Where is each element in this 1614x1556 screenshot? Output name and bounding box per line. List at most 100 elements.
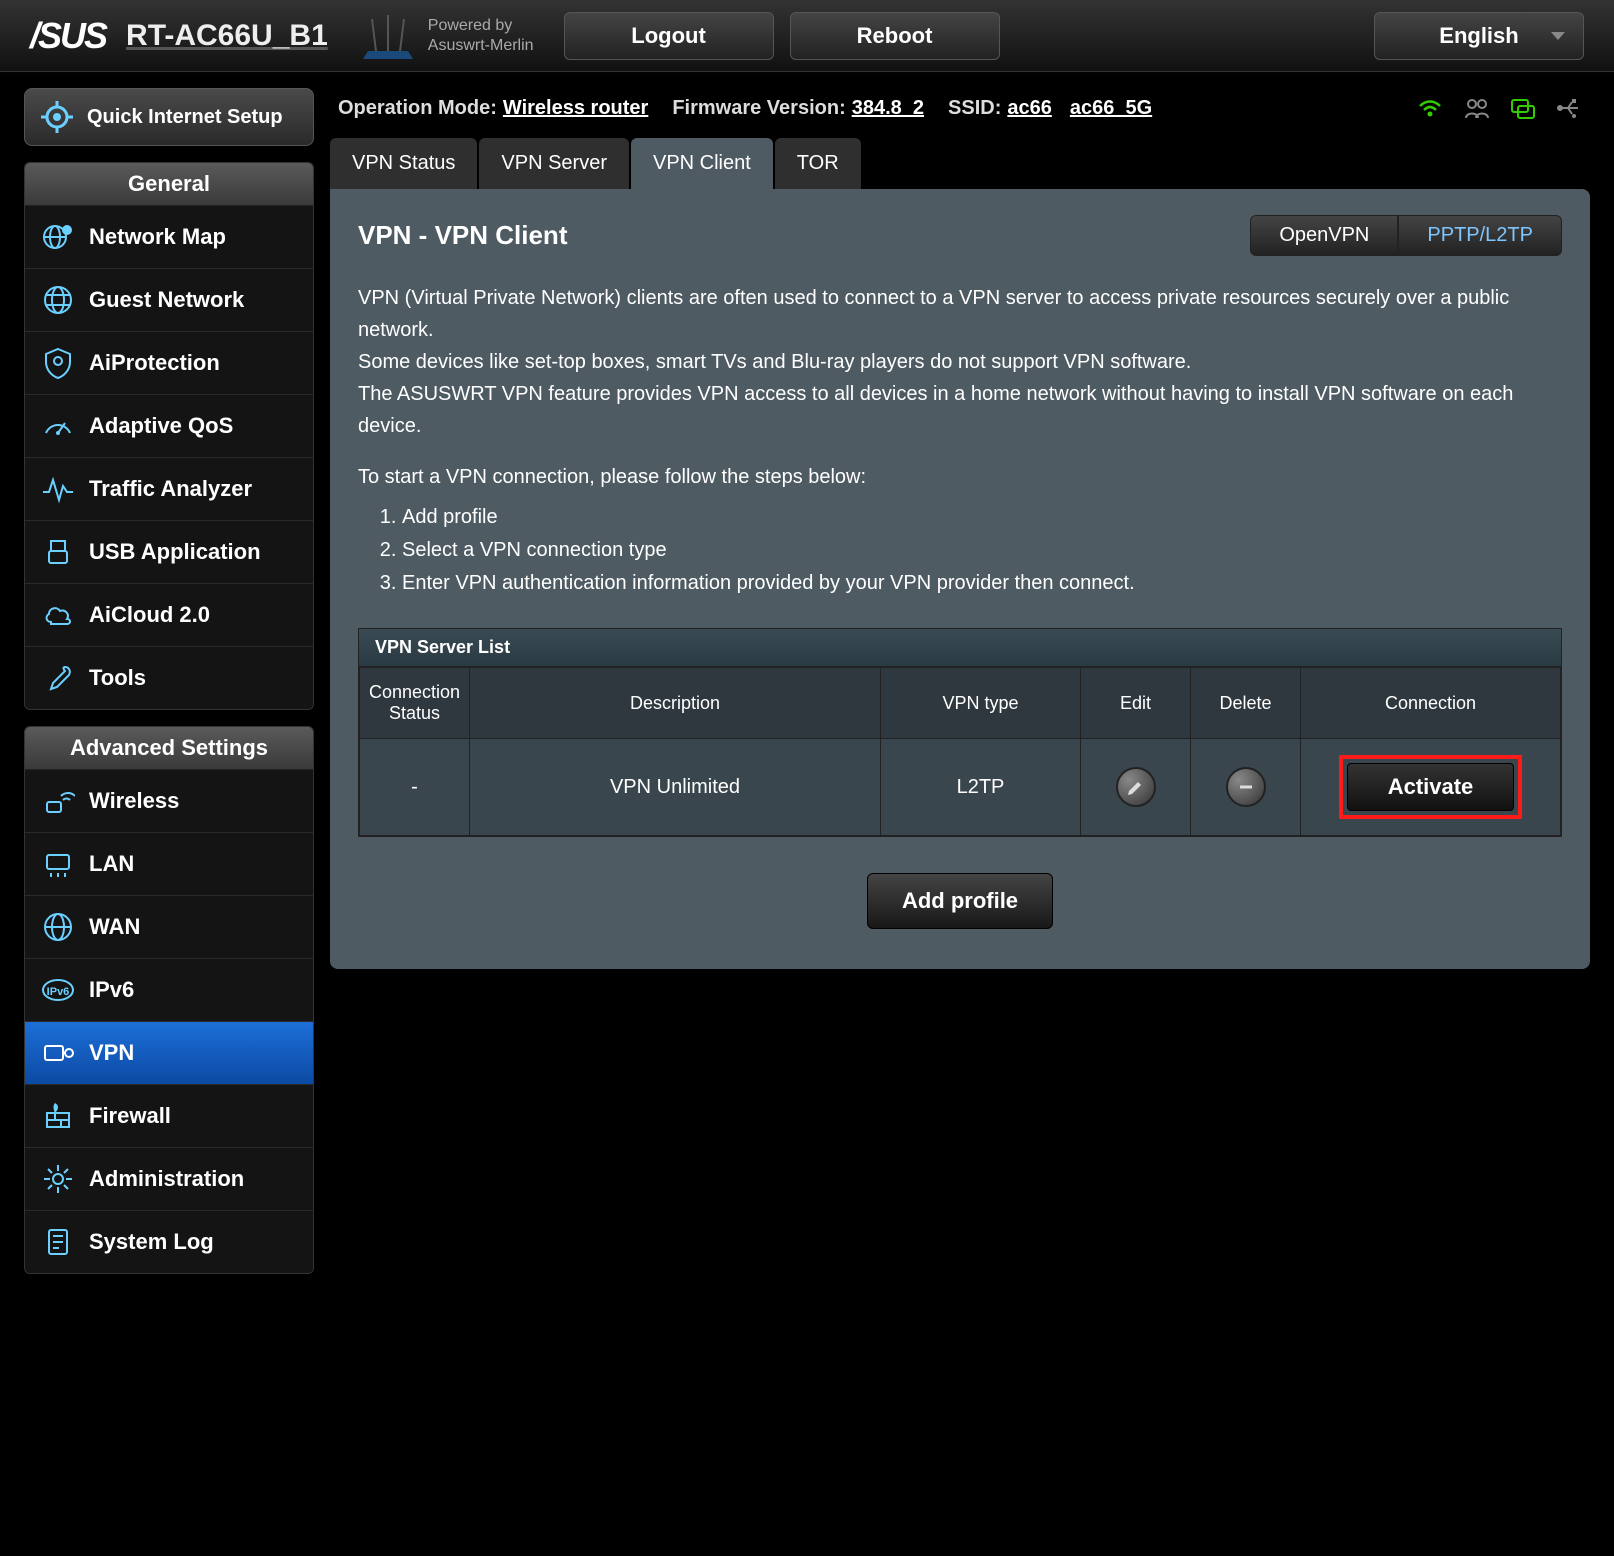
svg-text:IPv6: IPv6 [47,986,70,998]
step-item: Select a VPN connection type [402,534,1562,567]
sidebar-item-label: IPv6 [89,977,134,1003]
header: /SUS RT-AC66U_B1 Powered by Asuswrt-Merl… [0,0,1614,72]
quick-internet-setup[interactable]: Quick Internet Setup [24,88,314,146]
op-mode-label: Operation Mode: [338,97,497,120]
sidebar-item-label: Wireless [89,788,179,814]
language-select[interactable]: English [1374,12,1584,60]
sidebar-item-system-log[interactable]: System Log [25,1211,313,1273]
step-item: Enter VPN authentication information pro… [402,567,1562,600]
main-panel: VPN - VPN Client OpenVPN PPTP/L2TP VPN (… [330,189,1590,969]
qis-label: Quick Internet Setup [87,106,283,129]
brand-logo: /SUS [30,15,106,57]
general-header: General [25,163,313,206]
steps-intro: To start a VPN connection, please follow… [358,466,1562,489]
settings-icon [41,1162,75,1196]
sidebar-item-network-map[interactable]: Network Map [25,206,313,269]
sidebar-item-label: Guest Network [89,287,244,313]
mode-openvpn-button[interactable]: OpenVPN [1250,215,1398,256]
globe-icon [41,283,75,317]
general-section: General Network Map Guest Network AiProt… [24,162,314,710]
powered-line2: Asuswrt-Merlin [428,36,534,55]
pulse-icon [41,472,75,506]
edit-button[interactable] [1116,767,1156,807]
cell-description: VPN Unlimited [470,739,881,836]
tab-vpn-status[interactable]: VPN Status [330,138,477,189]
description: VPN (Virtual Private Network) clients ar… [358,282,1562,442]
th-connection: Connection [1301,668,1561,739]
sidebar-item-label: LAN [89,851,134,877]
fw-link[interactable]: 384.8_2 [852,97,924,120]
mode-pptp-l2tp-button[interactable]: PPTP/L2TP [1398,215,1562,256]
reboot-button[interactable]: Reboot [790,12,1000,60]
tab-vpn-client[interactable]: VPN Client [631,138,773,189]
globe-icon [41,910,75,944]
advanced-header: Advanced Settings [25,727,313,770]
gear-icon [39,99,75,135]
add-profile-button[interactable]: Add profile [867,873,1053,929]
desc-p2: Some devices like set-top boxes, smart T… [358,346,1562,378]
sidebar-item-wan[interactable]: WAN [25,896,313,959]
wifi-status-icon[interactable] [1416,94,1444,122]
sidebar-item-lan[interactable]: LAN [25,833,313,896]
logout-button[interactable]: Logout [564,12,774,60]
shield-icon [41,346,75,380]
usb-status-icon[interactable] [1554,94,1582,122]
clients-icon[interactable] [1462,94,1490,122]
sidebar-item-label: AiProtection [89,350,220,376]
usb-icon [41,535,75,569]
router-icon [358,11,418,61]
fw-label: Firmware Version: [672,97,845,120]
sidebar-item-aicloud[interactable]: AiCloud 2.0 [25,584,313,647]
th-status: Connection Status [360,668,470,739]
th-description: Description [470,668,881,739]
sidebar-item-label: USB Application [89,539,261,565]
globe-pin-icon [41,220,75,254]
vpn-mode-toggle: OpenVPN PPTP/L2TP [1250,215,1562,256]
sidebar-item-adaptive-qos[interactable]: Adaptive QoS [25,395,313,458]
th-delete: Delete [1191,668,1301,739]
ipv6-icon: IPv6 [41,973,75,1007]
delete-button[interactable] [1226,767,1266,807]
sidebar-item-vpn[interactable]: VPN [25,1022,313,1085]
gauge-icon [41,409,75,443]
sidebar-item-label: AiCloud 2.0 [89,602,210,628]
table-row: - VPN Unlimited L2TP [360,739,1561,836]
lan-icon [41,847,75,881]
sidebar-item-wireless[interactable]: Wireless [25,770,313,833]
step-item: Add profile [402,501,1562,534]
advanced-section: Advanced Settings Wireless LAN WAN IPv6 … [24,726,314,1274]
cell-status: - [360,739,470,836]
tab-tor[interactable]: TOR [775,138,861,189]
desc-p1: VPN (Virtual Private Network) clients ar… [358,282,1562,346]
internet-status-icon[interactable] [1508,94,1536,122]
cell-vpn-type: L2TP [881,739,1081,836]
sidebar-item-aiprotection[interactable]: AiProtection [25,332,313,395]
ssid1-link[interactable]: ac66 [1007,97,1052,120]
th-vpn-type: VPN type [881,668,1081,739]
sidebar-item-traffic-analyzer[interactable]: Traffic Analyzer [25,458,313,521]
activate-highlight: Activate [1339,755,1523,819]
sidebar-item-administration[interactable]: Administration [25,1148,313,1211]
activate-button[interactable]: Activate [1347,763,1515,811]
sidebar-item-guest-network[interactable]: Guest Network [25,269,313,332]
ssid-label: SSID: [948,97,1001,120]
pencil-icon [1126,777,1146,797]
sidebar-item-firewall[interactable]: Firewall [25,1085,313,1148]
table-header-row: Connection Status Description VPN type E… [360,668,1561,739]
sidebar-item-label: Traffic Analyzer [89,476,252,502]
page-title: VPN - VPN Client [358,220,1250,251]
tab-vpn-server[interactable]: VPN Server [479,138,629,189]
ssid2-link[interactable]: ac66_5G [1070,97,1152,120]
sidebar-item-ipv6[interactable]: IPv6 IPv6 [25,959,313,1022]
vpn-icon [41,1036,75,1070]
sidebar-item-usb-application[interactable]: USB Application [25,521,313,584]
sidebar-item-label: WAN [89,914,140,940]
sidebar-item-label: Adaptive QoS [89,413,233,439]
vpn-server-list-table: VPN Server List Connection Status Descri… [358,628,1562,837]
log-icon [41,1225,75,1259]
tab-bar: VPN Status VPN Server VPN Client TOR [330,138,1590,189]
op-mode-link[interactable]: Wireless router [503,97,648,120]
sidebar-item-tools[interactable]: Tools [25,647,313,709]
sidebar-item-label: Network Map [89,224,226,250]
sidebar-item-label: Firewall [89,1103,171,1129]
